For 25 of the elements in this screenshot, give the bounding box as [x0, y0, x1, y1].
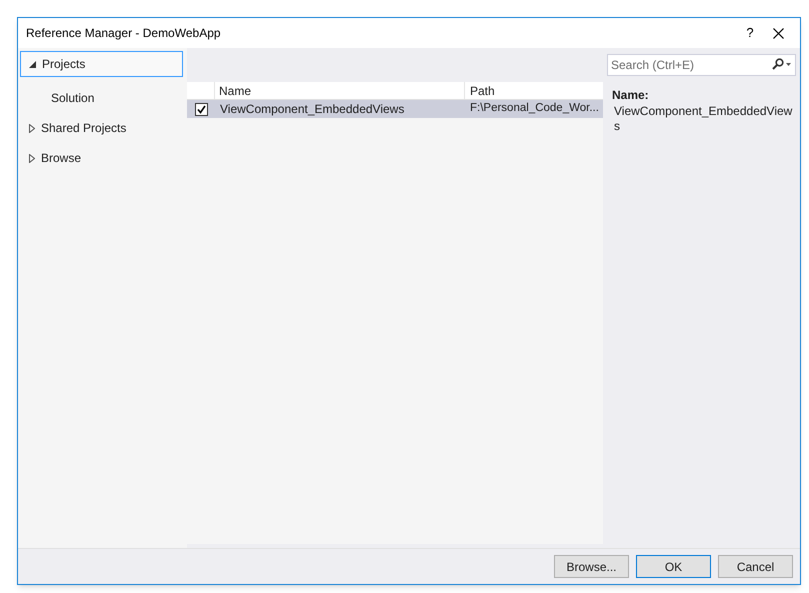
- dialog-button[interactable]: Browse...: [554, 555, 629, 578]
- help-button[interactable]: ?: [735, 18, 765, 48]
- tree-item[interactable]: Shared Projects: [20, 115, 183, 141]
- table-cell-text: ViewComponent_EmbeddedViews: [219, 101, 406, 118]
- checkmark-icon: [196, 104, 206, 114]
- close-icon[interactable]: [773, 28, 784, 38]
- collapsed-triangle-icon[interactable]: [29, 154, 35, 162]
- column-header[interactable]: Name: [215, 82, 465, 99]
- expanded-triangle-icon[interactable]: [29, 60, 36, 68]
- dropdown-caret-icon[interactable]: [786, 62, 791, 66]
- tree-item[interactable]: Projects: [20, 51, 183, 77]
- search-field[interactable]: Search (Ctrl+E): [607, 54, 796, 76]
- tree-item[interactable]: Browse: [20, 145, 183, 171]
- table-row[interactable]: ViewComponent_EmbeddedViews F:\Personal_Code_Wor...: [187, 100, 603, 118]
- checkbox[interactable]: [194, 102, 208, 116]
- search-icon[interactable]: [772, 58, 784, 70]
- column-header[interactable]: Path: [465, 82, 603, 99]
- dialog-button[interactable]: Cancel: [718, 555, 793, 578]
- tree-item[interactable]: Solution: [20, 85, 183, 111]
- dialog-button[interactable]: OK: [636, 555, 711, 578]
- detail-value: ViewComponent_EmbeddedViews: [614, 104, 794, 134]
- table-cell-text: F:\Personal_Code_Wor...: [469, 101, 600, 116]
- collapsed-triangle-icon[interactable]: [29, 124, 35, 132]
- detail-label: Name:: [612, 87, 650, 104]
- window-title: Reference Manager - DemoWebApp: [26, 25, 222, 42]
